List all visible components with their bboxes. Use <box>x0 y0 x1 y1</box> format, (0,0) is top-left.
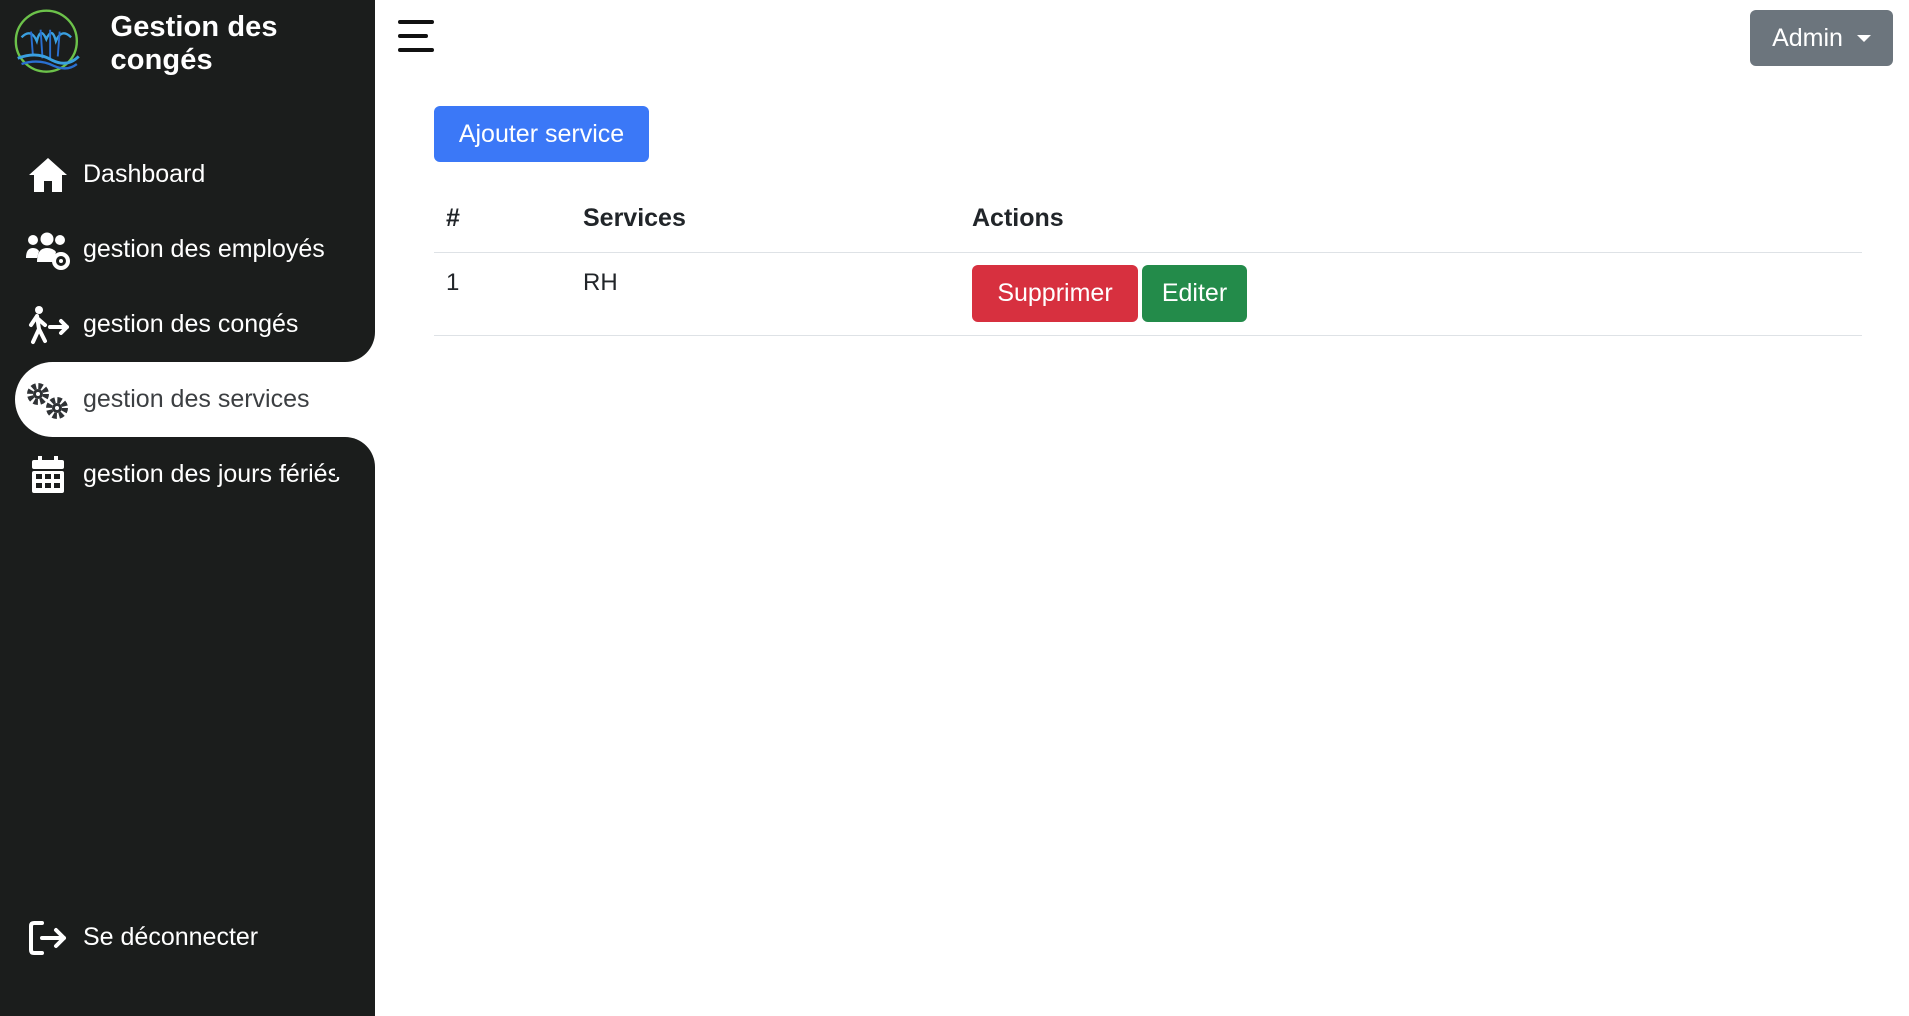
sidebar-item-label: gestion des services <box>83 385 310 413</box>
main-content: Ajouter service # Services Actions 1 RH … <box>434 106 1862 336</box>
logout-label: Se déconnecter <box>83 923 259 951</box>
sidebar-item-label: Dashboard <box>83 160 206 188</box>
delete-button[interactable]: Supprimer <box>972 264 1138 322</box>
hamburger-icon[interactable] <box>398 20 438 52</box>
logout-button[interactable]: Se déconnecter <box>0 900 375 975</box>
sidebar-item-label: gestion des jours fériés <box>83 460 341 488</box>
cell-id: 1 <box>434 252 571 336</box>
brand[interactable]: Gestion des congés <box>12 8 375 80</box>
table-header-row: # Services Actions <box>434 186 1862 253</box>
edit-button[interactable]: Editer <box>1142 264 1247 322</box>
sidebar: Gestion des congés Dashboard gestion des… <box>0 0 375 1016</box>
home-icon <box>25 152 71 198</box>
sidebar-item-jours-feries[interactable]: gestion des jours fériés <box>0 437 375 512</box>
admin-dropdown-button[interactable]: Admin <box>1750 10 1893 66</box>
sidebar-item-label: gestion des employés <box>83 235 325 263</box>
brand-title: Gestion des congés <box>110 11 278 76</box>
admin-label: Admin <box>1772 23 1843 52</box>
sign-out-icon <box>25 915 71 961</box>
sidebar-nav: Dashboard gestion des employés gestion d… <box>0 137 375 512</box>
chevron-down-icon <box>1856 34 1871 42</box>
sidebar-item-services[interactable]: gestion des services <box>15 362 375 437</box>
column-header-id: # <box>434 186 571 253</box>
cell-actions: Supprimer Editer <box>960 252 1862 336</box>
column-header-services: Services <box>571 186 960 253</box>
sidebar-item-employes[interactable]: gestion des employés <box>0 212 375 287</box>
gears-icon <box>25 377 71 423</box>
cell-service: RH <box>571 252 960 336</box>
app: Gestion des congés Dashboard gestion des… <box>0 0 1909 1016</box>
users-gear-icon <box>25 227 71 273</box>
sidebar-item-conges[interactable]: gestion des congés <box>0 287 375 362</box>
person-walking-arrow-icon <box>25 302 71 348</box>
add-service-button[interactable]: Ajouter service <box>434 106 649 162</box>
services-table: # Services Actions 1 RH Supprimer Editer <box>434 186 1862 336</box>
column-header-actions: Actions <box>960 186 1862 253</box>
calendar-icon <box>25 452 71 498</box>
sidebar-item-dashboard[interactable]: Dashboard <box>0 137 375 212</box>
sidebar-item-label: gestion des congés <box>83 310 299 338</box>
table-row: 1 RH Supprimer Editer <box>434 252 1862 336</box>
logo-icon <box>14 9 80 73</box>
